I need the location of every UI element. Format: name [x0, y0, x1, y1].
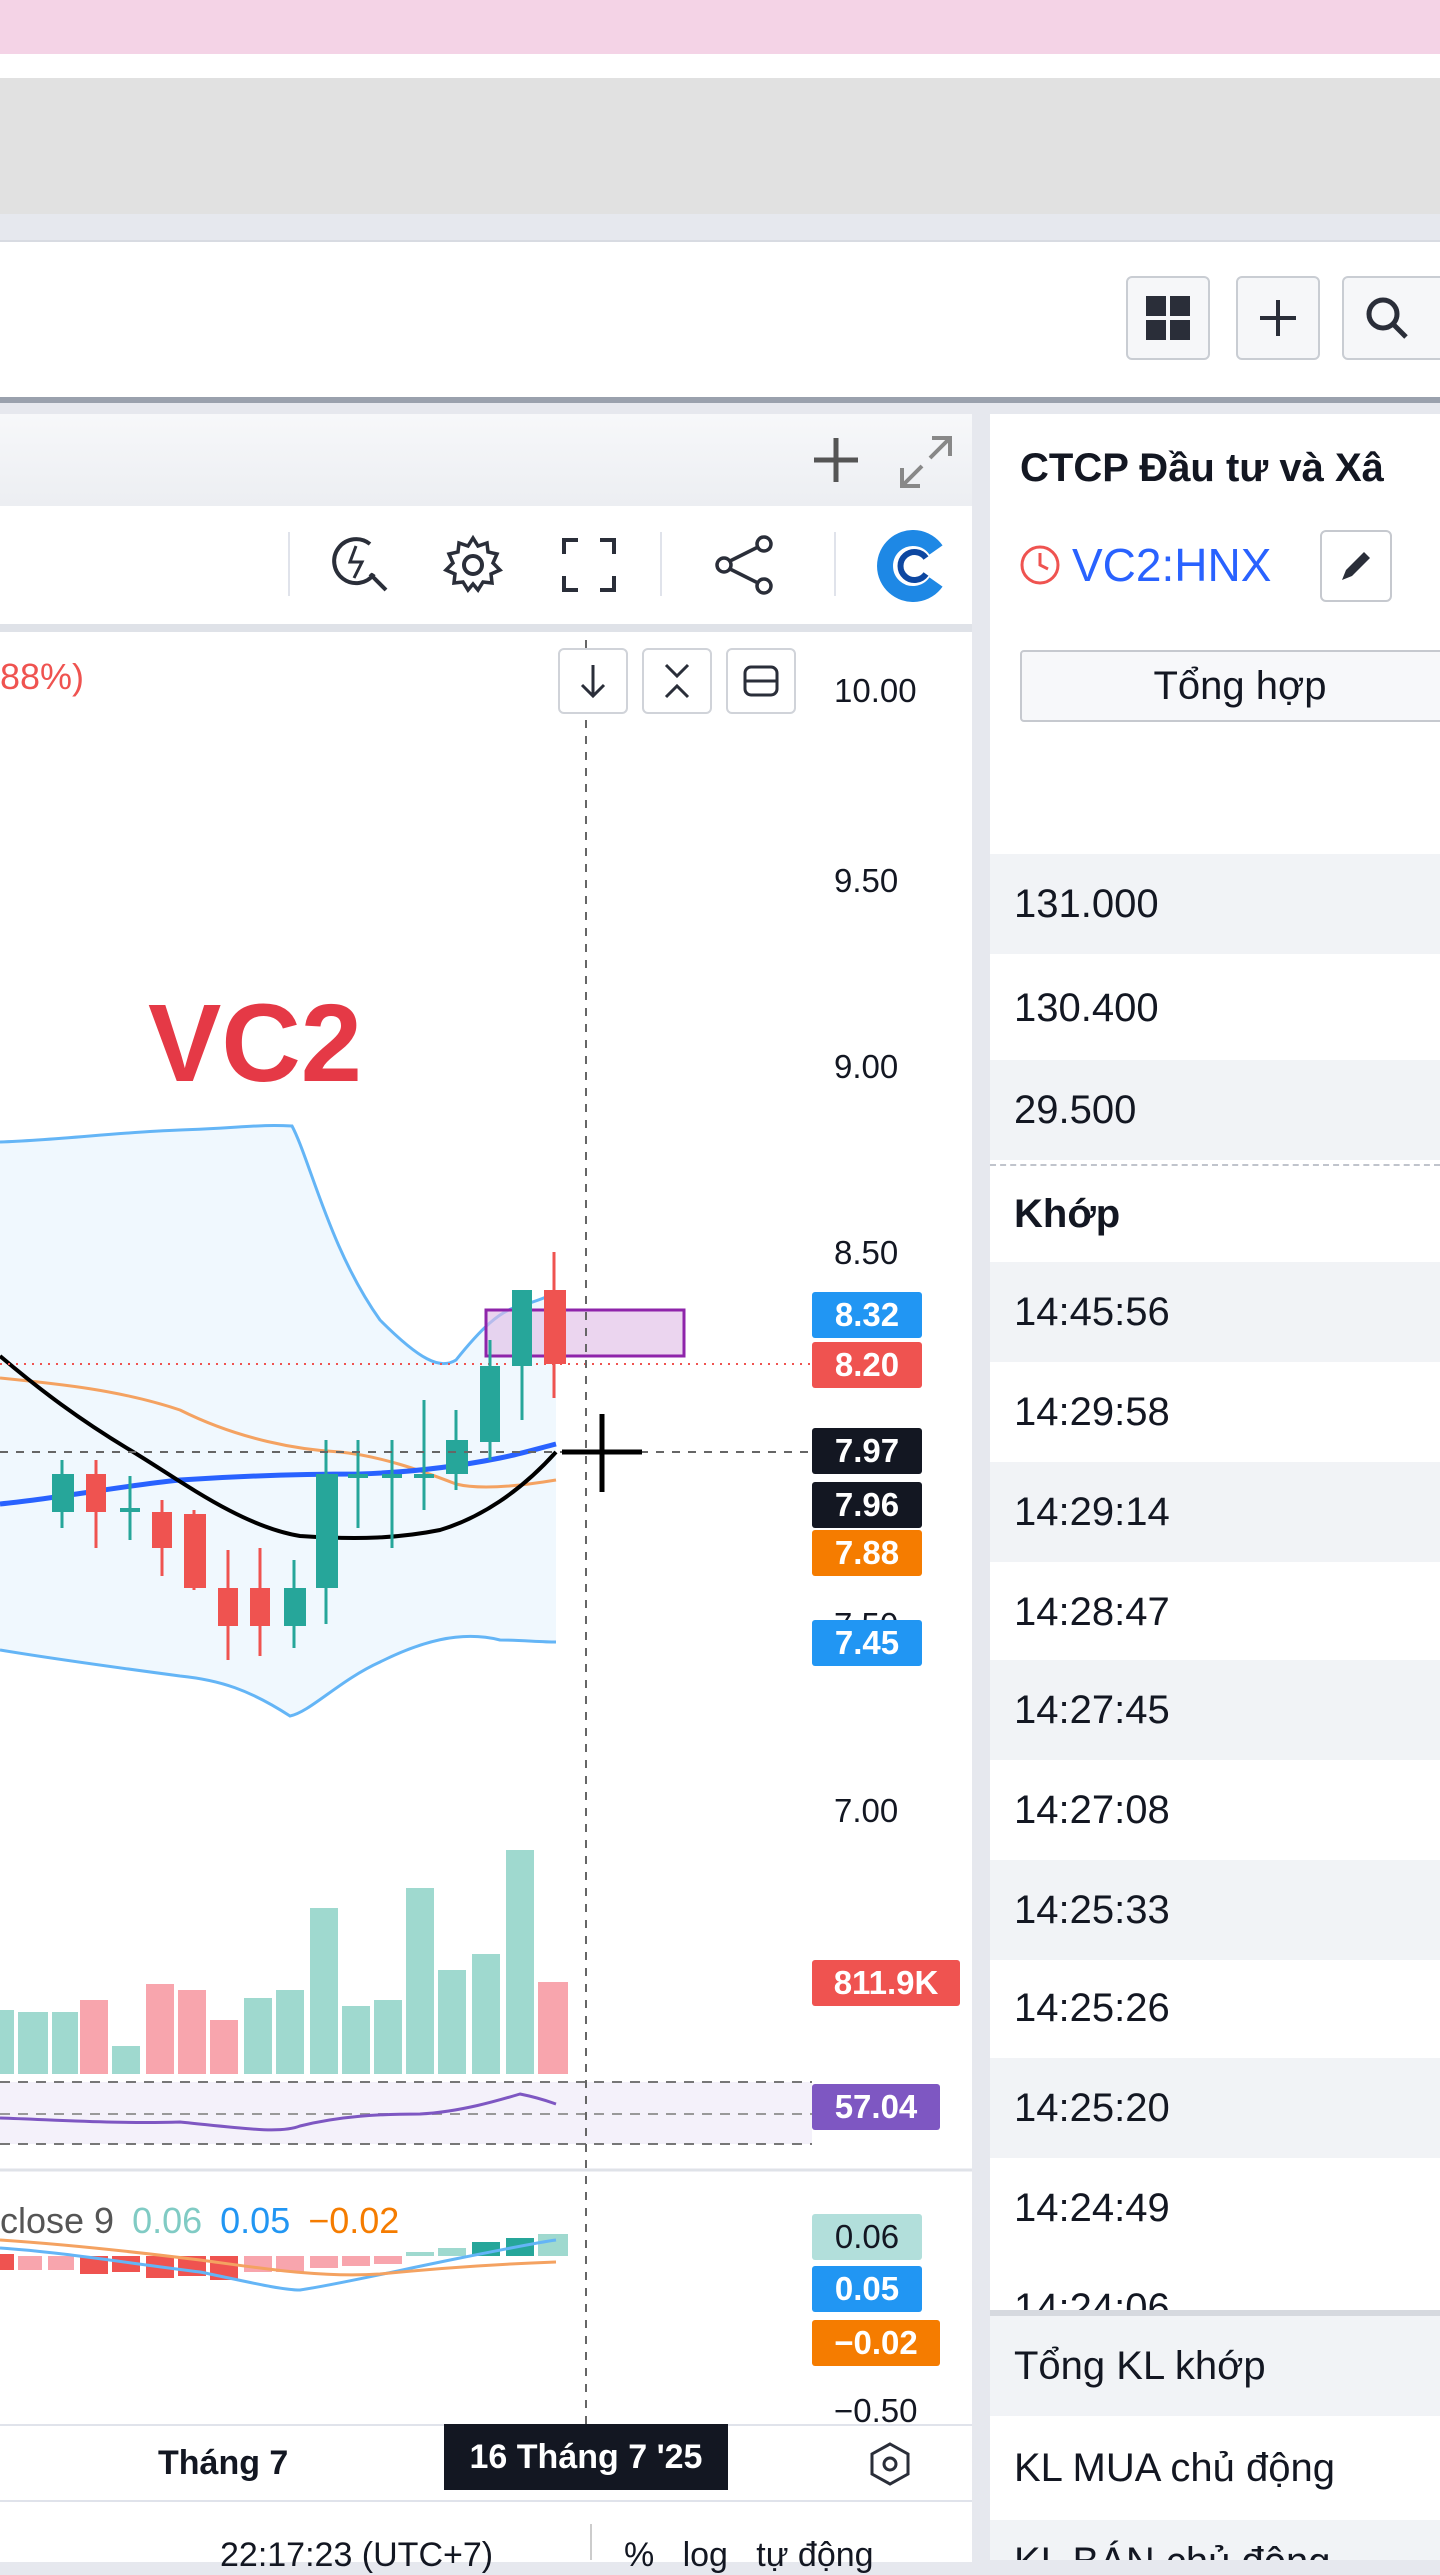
macd-hist-tag: 0.06 — [812, 2214, 922, 2260]
trade-time-row: 14:29:58 — [1014, 1389, 1170, 1434]
price-tag-crosshair: 7.97 — [812, 1428, 922, 1474]
change-percent-text: 88%) — [0, 656, 85, 697]
settings-button[interactable] — [440, 532, 506, 603]
maximize-pane-button[interactable] — [726, 648, 796, 714]
top-gap — [0, 54, 1440, 78]
collapse-pane-button[interactable] — [642, 648, 712, 714]
level-row: 29.500 — [990, 1060, 1440, 1160]
volume-bars — [0, 1850, 568, 2074]
plus-icon — [814, 438, 858, 482]
add-chart-button[interactable] — [1236, 276, 1320, 360]
brand-logo — [876, 530, 948, 607]
maximize-icon — [743, 665, 779, 697]
active-buy-volume: KL MUA chủ động — [1014, 2445, 1335, 2490]
symbol-watermark: VC2 — [148, 982, 362, 1105]
clock-icon — [1020, 545, 1060, 585]
share-button[interactable] — [712, 532, 778, 603]
edit-symbol-button[interactable] — [1320, 530, 1392, 602]
trade-time-row: 14:27:45 — [990, 1660, 1440, 1760]
candle — [184, 1510, 206, 1590]
trade-time-row: 14:24:49 — [1014, 2185, 1170, 2230]
brand-logo-icon — [877, 530, 943, 602]
total-matched-volume: Tổng KL khớp — [990, 2316, 1440, 2416]
rsi-tag: 57.04 — [812, 2084, 940, 2130]
crosshair-date-label: 16 Tháng 7 '25 — [444, 2424, 728, 2490]
search-icon — [1366, 297, 1408, 339]
trade-time-row-partial: 14:24:06 — [1014, 2286, 1170, 2310]
price-tag-lower-band: 7.45 — [812, 1620, 922, 1666]
pencil-icon — [1342, 552, 1370, 580]
active-sell-volume-partial: KL BÁN chủ động — [990, 2520, 1440, 2560]
price-tag-upper-band: 8.32 — [812, 1292, 922, 1338]
footer-time: 22:17:23 (UTC+7) — [220, 2536, 494, 2574]
share-icon — [715, 535, 773, 595]
app-toolbar — [0, 240, 1440, 403]
macd-signal-tag: −0.02 — [812, 2320, 940, 2366]
volume-tag: 811.9K — [812, 1960, 960, 2006]
collapse-icon — [664, 663, 690, 699]
time-axis-month-label: Tháng 7 — [158, 2444, 289, 2482]
macd-line-tag: 0.05 — [812, 2266, 922, 2312]
symbol-search-button[interactable] — [1342, 276, 1440, 360]
top-status-strip — [0, 0, 1440, 54]
price-tag-orange-ma: 7.88 — [812, 1530, 922, 1576]
expand-pane-button[interactable] — [896, 432, 956, 497]
toolbar-separator — [288, 532, 290, 596]
replay-icon — [332, 537, 388, 592]
trade-time-row: 14:28:47 — [1014, 1589, 1170, 1634]
address-bar-area — [0, 78, 1440, 214]
trade-time-row: 14:29:14 — [990, 1462, 1440, 1562]
plus-icon — [1260, 300, 1296, 336]
ticker-label[interactable]: VC2:HNX — [1072, 538, 1271, 592]
replay-button[interactable] — [326, 530, 394, 603]
ticker-row: VC2:HNX — [1018, 538, 1271, 592]
gear-icon — [442, 534, 504, 593]
company-name: CTCP Đầu tư và Xâ — [1020, 446, 1384, 490]
time-axis-settings-button[interactable] — [866, 2440, 914, 2493]
move-pane-down-button[interactable] — [558, 648, 628, 714]
trade-time-row: 14:25:33 — [990, 1860, 1440, 1960]
trade-time-row: 14:25:20 — [990, 2058, 1440, 2158]
toolbar-separator — [834, 532, 836, 596]
macd-legend-hist: 0.06 — [132, 2200, 203, 2241]
level-row: 131.000 — [990, 854, 1440, 954]
price-tag-ma: 7.96 — [812, 1482, 922, 1528]
macd-legend: close 9 0.06 0.05 −0.02 — [0, 2200, 399, 2242]
trade-time-row: 14:27:08 — [1014, 1787, 1170, 1832]
trade-time-row: 14:45:56 — [990, 1262, 1440, 1362]
trade-time-row: 14:25:26 — [1014, 1985, 1170, 2030]
layout-grid-button[interactable] — [1126, 276, 1210, 360]
toolbar-separator — [660, 532, 662, 596]
footer-scale-options[interactable]: % log tự động — [624, 2536, 874, 2575]
level-row: 130.400 — [1014, 985, 1159, 1030]
fullscreen-icon — [562, 538, 616, 592]
macd-legend-macd: 0.05 — [220, 2200, 291, 2241]
expand-icon — [900, 436, 952, 488]
settings-hex-icon — [870, 2442, 910, 2486]
grid-icon — [1146, 296, 1190, 340]
arrow-down-icon — [580, 665, 606, 699]
footer-separator — [590, 2524, 592, 2560]
price-tag-last: 8.20 — [812, 1342, 922, 1388]
section-title: Khớp — [1014, 1191, 1121, 1236]
add-pane-button[interactable] — [812, 430, 860, 495]
macd-legend-label: close 9 — [0, 2200, 115, 2241]
fullscreen-button[interactable] — [560, 536, 618, 599]
macd-legend-signal: −0.02 — [308, 2200, 400, 2241]
tab-summary[interactable]: Tổng hợp — [1020, 650, 1440, 722]
